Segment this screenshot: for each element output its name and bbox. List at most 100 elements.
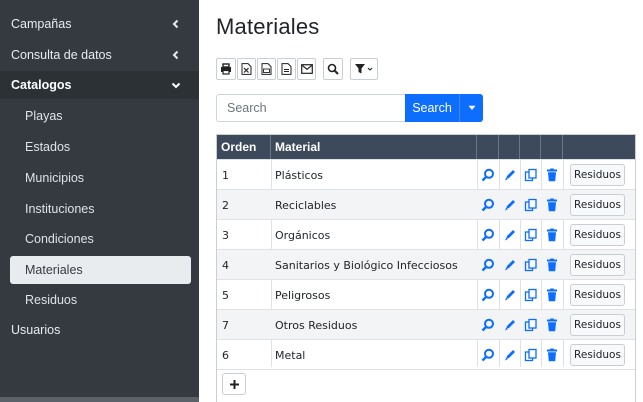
residuos-button[interactable]: Residuos <box>570 194 625 216</box>
edit-icon <box>505 200 515 211</box>
cell-material: Plásticos <box>275 168 324 182</box>
sidebar-subitem-label: Playas <box>25 109 63 123</box>
search-action[interactable] <box>481 198 495 212</box>
page-title: Materiales <box>216 14 320 39</box>
residuos-button[interactable]: Residuos <box>570 224 625 246</box>
plus-icon <box>229 379 239 389</box>
add-button[interactable] <box>222 373 246 395</box>
copy-action[interactable] <box>524 318 538 332</box>
zoom-icon <box>327 63 339 75</box>
delete-icon <box>547 258 557 272</box>
cell-material: Reciclables <box>275 198 337 212</box>
export-csv-button[interactable] <box>257 58 276 80</box>
search-button[interactable]: Search <box>405 94 459 122</box>
sidebar-subitem-estados[interactable]: Estados <box>0 133 199 161</box>
sidebar-subitem-instituciones[interactable]: Instituciones <box>0 195 199 223</box>
sidebar-item-label: Catalogos <box>11 78 72 92</box>
search-action[interactable] <box>481 288 495 302</box>
table-row: 7 Otros Residuos Residuos <box>217 309 635 339</box>
delete-action[interactable] <box>545 198 559 212</box>
copy-action[interactable] <box>524 348 538 362</box>
sidebar-subitem-label: Estados <box>25 140 71 154</box>
cell-material: Metal <box>275 348 306 362</box>
export-text-button[interactable] <box>277 58 296 80</box>
delete-action[interactable] <box>545 168 559 182</box>
search-action[interactable] <box>481 258 495 272</box>
sidebar-subitem-condiciones[interactable]: Condiciones <box>0 225 199 253</box>
edit-action[interactable] <box>503 228 517 242</box>
export-excel-button[interactable] <box>237 58 256 80</box>
delete-action[interactable] <box>545 318 559 332</box>
sidebar-subitem-materiales[interactable]: Materiales <box>10 256 191 284</box>
copy-action[interactable] <box>524 198 538 212</box>
delete-action[interactable] <box>545 228 559 242</box>
delete-action[interactable] <box>545 288 559 302</box>
search-icon <box>481 318 494 332</box>
print-button[interactable] <box>216 58 236 80</box>
edit-action[interactable] <box>503 318 517 332</box>
sidebar-subitem-residuos[interactable]: Residuos <box>0 286 199 314</box>
sidebar-subitem-municipios[interactable]: Municipios <box>0 164 199 192</box>
search-input[interactable] <box>216 94 405 122</box>
cell-material: Otros Residuos <box>275 318 358 332</box>
copy-action[interactable] <box>524 228 538 242</box>
copy-icon <box>524 288 537 302</box>
edit-action[interactable] <box>503 198 517 212</box>
search-action[interactable] <box>481 348 495 362</box>
sidebar-subitem-label: Condiciones <box>25 232 94 246</box>
sidebar-item-usuarios[interactable]: Usuarios <box>0 316 199 344</box>
copy-icon <box>524 198 537 212</box>
search-action[interactable] <box>481 228 495 242</box>
search-icon <box>481 168 494 182</box>
sidebar-item-consulta[interactable]: Consulta de datos <box>0 41 199 69</box>
search-action[interactable] <box>481 318 495 332</box>
cell-orden: 1 <box>222 168 229 182</box>
sidebar-item-label: Campañas <box>11 17 72 31</box>
column-header-material[interactable]: Material <box>271 135 477 159</box>
cell-orden: 7 <box>222 318 229 332</box>
edit-action[interactable] <box>503 168 517 182</box>
zoom-button[interactable] <box>323 58 343 80</box>
copy-icon <box>524 348 537 362</box>
residuos-button[interactable]: Residuos <box>570 254 625 276</box>
search-icon <box>481 288 494 302</box>
sidebar-item-label: Consulta de datos <box>11 48 112 62</box>
sidebar-subitem-label: Materiales <box>25 263 83 277</box>
edit-action[interactable] <box>503 288 517 302</box>
sidebar-item-label: Usuarios <box>11 323 61 337</box>
edit-action[interactable] <box>503 258 517 272</box>
sidebar-subitem-playas[interactable]: Playas <box>0 102 199 130</box>
copy-action[interactable] <box>524 258 538 272</box>
caret-down-icon <box>468 105 475 110</box>
residuos-button[interactable]: Residuos <box>570 314 625 336</box>
delete-action[interactable] <box>545 348 559 362</box>
residuos-button[interactable]: Residuos <box>570 344 625 366</box>
delete-action[interactable] <box>545 258 559 272</box>
table-row: 5 Peligrosos Residuos <box>217 279 635 309</box>
search-action[interactable] <box>481 168 495 182</box>
residuos-button[interactable]: Residuos <box>570 164 625 186</box>
table-header: Orden Material <box>217 135 635 159</box>
edit-icon <box>505 350 515 361</box>
search-options-dropdown[interactable] <box>459 94 483 122</box>
search-icon <box>481 198 494 212</box>
column-header-edit <box>499 135 520 159</box>
email-icon <box>300 64 313 74</box>
email-button[interactable] <box>297 58 316 80</box>
filter-dropdown-button[interactable] <box>350 58 378 80</box>
chevron-left-icon <box>172 50 179 60</box>
materials-table: Orden Material 1 Plásticos Residuos 2 Recicl… <box>216 134 636 402</box>
copy-action[interactable] <box>524 168 538 182</box>
table-row: 3 Orgánicos Residuos <box>217 219 635 249</box>
copy-action[interactable] <box>524 288 538 302</box>
edit-action[interactable] <box>503 348 517 362</box>
column-header-orden[interactable]: Orden <box>217 135 271 159</box>
sidebar-item-catalogos[interactable]: Catalogos <box>0 71 199 99</box>
chevron-down-icon <box>171 82 181 89</box>
sidebar-item-campanas[interactable]: Campañas <box>0 10 199 38</box>
edit-icon <box>505 290 515 301</box>
cell-orden: 6 <box>222 348 229 362</box>
residuos-button[interactable]: Residuos <box>570 284 625 306</box>
search-icon <box>481 258 494 272</box>
text-icon <box>281 63 292 75</box>
